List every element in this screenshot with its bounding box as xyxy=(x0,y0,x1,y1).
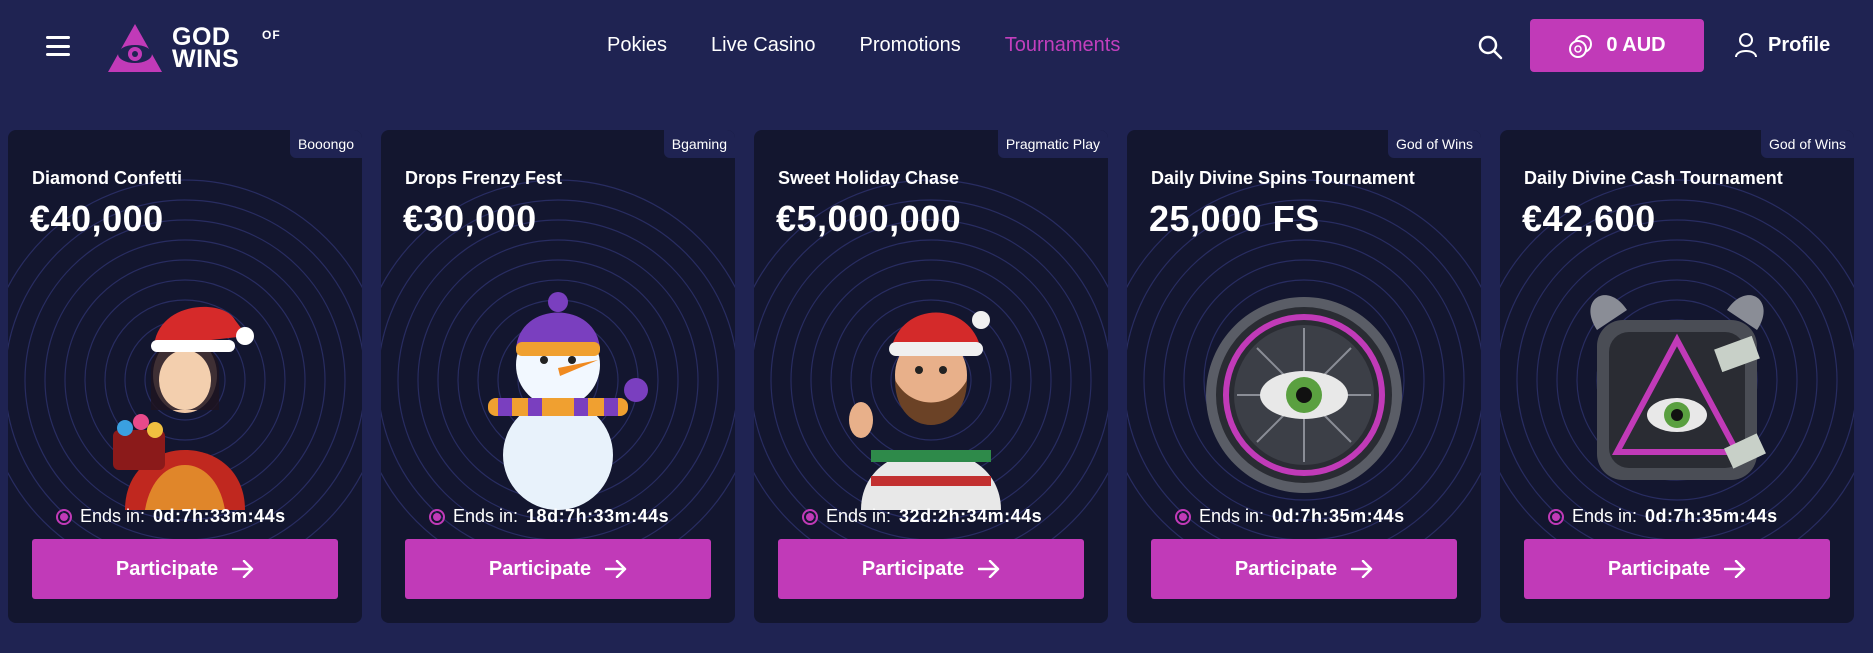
eye-medallion-illustration xyxy=(1206,297,1402,493)
nav-promotions[interactable]: Promotions xyxy=(860,34,961,57)
tournament-prize: €42,600 xyxy=(1522,198,1656,239)
ends-in-timer: Ends in: 0d:7h:35m:44s xyxy=(1175,506,1405,527)
participate-label: Participate xyxy=(1607,557,1711,580)
arrow-right-icon xyxy=(1724,560,1746,578)
tournament-title: Drops Frenzy Fest xyxy=(405,168,563,188)
ends-in-timer: Ends in: 32d:2h:34m:44s xyxy=(802,506,1042,527)
ends-in-label: Ends in: xyxy=(453,506,519,526)
santa-girl-illustration xyxy=(113,306,254,510)
balance-label: 0 AUD xyxy=(1606,34,1666,56)
ends-in-time: 18d:7h:33m:44s xyxy=(526,506,670,526)
arrow-right-icon xyxy=(232,560,254,578)
coins-icon xyxy=(1569,34,1593,58)
ends-in-time: 0d:7h:33m:44s xyxy=(153,506,286,526)
brand-logo[interactable]: GOD WINS OF xyxy=(106,20,280,76)
provider-badge: God of Wins xyxy=(1760,130,1854,158)
nav-tournaments[interactable]: Tournaments xyxy=(1005,34,1121,57)
user-icon xyxy=(1735,33,1757,58)
hamburger-icon[interactable] xyxy=(46,36,70,56)
tournament-title: Daily Divine Spins Tournament xyxy=(1151,168,1415,188)
participate-button[interactable]: Participate xyxy=(405,539,711,599)
tournament-title: Diamond Confetti xyxy=(32,168,182,188)
participate-label: Participate xyxy=(1234,557,1338,580)
top-header: GOD WINS OF Pokies Live Casino Promotion… xyxy=(0,0,1873,96)
ends-in-time: 0d:7h:35m:44s xyxy=(1272,506,1405,526)
participate-label: Participate xyxy=(115,557,219,580)
provider-badge: God of Wins xyxy=(1387,130,1481,158)
snowman-illustration xyxy=(488,292,648,510)
ends-in-label: Ends in: xyxy=(1572,506,1638,526)
balance-button[interactable]: 0 AUD xyxy=(1530,19,1704,72)
record-dot-icon xyxy=(1175,508,1191,525)
provider-badge: Bgaming xyxy=(663,130,735,158)
tournament-title: Sweet Holiday Chase xyxy=(778,168,960,188)
record-dot-icon xyxy=(429,508,445,525)
provider-badge: Pragmatic Play xyxy=(997,130,1108,158)
eye-triangle-illustration xyxy=(1590,295,1766,480)
profile-label: Profile xyxy=(1768,33,1831,56)
brand-name-of: OF xyxy=(262,28,281,42)
search-icon[interactable] xyxy=(1477,34,1503,60)
eye-triangle-logo-icon xyxy=(108,24,162,72)
record-dot-icon xyxy=(56,508,72,525)
arrow-right-icon xyxy=(978,560,1000,578)
brand-name-bottom: WINS xyxy=(172,45,240,73)
participate-label: Participate xyxy=(861,557,965,580)
tournament-card: Booongo Diamond Confetti €40,000 Ends in… xyxy=(8,130,362,623)
nav-pokies[interactable]: Pokies xyxy=(607,34,667,57)
ends-in-label: Ends in: xyxy=(826,506,892,526)
participate-button[interactable]: Participate xyxy=(32,539,338,599)
ends-in-label: Ends in: xyxy=(80,506,146,526)
arrow-right-icon xyxy=(605,560,627,578)
participate-button[interactable]: Participate xyxy=(1151,539,1457,599)
tournament-prize: €30,000 xyxy=(403,198,537,239)
tournament-title: Daily Divine Cash Tournament xyxy=(1524,168,1783,188)
ends-in-time: 32d:2h:34m:44s xyxy=(899,506,1043,526)
tournament-card: God of Wins Daily Divine Cash Tournament… xyxy=(1500,130,1854,623)
profile-button[interactable]: Profile xyxy=(1734,32,1830,58)
tournament-prize: €40,000 xyxy=(30,198,164,239)
ends-in-timer: Ends in: 0d:7h:35m:44s xyxy=(1548,506,1778,527)
tournament-list: Booongo Diamond Confetti €40,000 Ends in… xyxy=(8,130,1854,623)
record-dot-icon xyxy=(1548,508,1564,525)
ends-in-timer: Ends in: 18d:7h:33m:44s xyxy=(429,506,669,527)
tournament-card: God of Wins Daily Divine Spins Tournamen… xyxy=(1127,130,1481,623)
ends-in-timer: Ends in: 0d:7h:33m:44s xyxy=(56,506,286,527)
provider-badge: Booongo xyxy=(289,130,362,158)
record-dot-icon xyxy=(802,508,818,525)
participate-button[interactable]: Participate xyxy=(778,539,1084,599)
tournament-prize: €5,000,000 xyxy=(776,198,962,239)
main-nav: Pokies Live Casino Promotions Tournament… xyxy=(607,34,1120,57)
nav-live-casino[interactable]: Live Casino xyxy=(711,34,816,57)
tournament-card: Pragmatic Play Sweet Holiday Chase €5,00… xyxy=(754,130,1108,623)
participate-button[interactable]: Participate xyxy=(1524,539,1830,599)
brand-wordmark: GOD WINS OF xyxy=(172,25,280,73)
ends-in-time: 0d:7h:35m:44s xyxy=(1645,506,1778,526)
ends-in-label: Ends in: xyxy=(1199,506,1265,526)
tournament-prize: 25,000 FS xyxy=(1149,198,1320,239)
arrow-right-icon xyxy=(1351,560,1373,578)
tournament-card: Bgaming Drops Frenzy Fest €30,000 Ends i… xyxy=(381,130,735,623)
bearded-santa-illustration xyxy=(849,311,1001,510)
participate-label: Participate xyxy=(488,557,592,580)
